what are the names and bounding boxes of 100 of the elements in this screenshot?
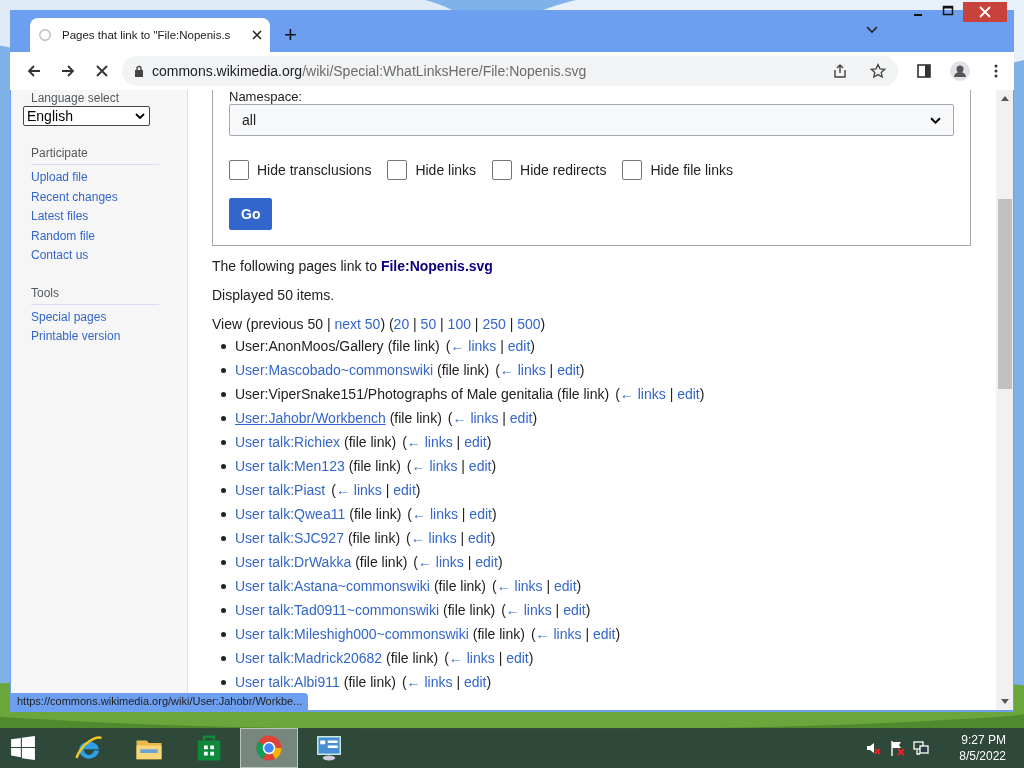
link[interactable]: ← links [412,506,458,522]
sidebar-link[interactable]: Contact us [31,246,187,266]
page-link[interactable]: User talk:Tad0911~commonswiki [235,602,439,618]
link[interactable]: 500 [517,316,541,332]
new-tab-button[interactable]: + [284,24,297,46]
link-tools: (← links | edit) [406,458,497,474]
link[interactable]: ← links [619,386,666,402]
page-link[interactable]: User talk:Albi911 [235,674,340,690]
scroll-down-icon[interactable] [1000,699,1009,704]
back-icon[interactable] [26,63,42,79]
link[interactable]: edit [393,482,416,498]
bullet-icon [221,368,226,373]
link[interactable]: next 50 [334,316,381,332]
page-link[interactable]: User talk:Qwea11 [235,506,346,522]
link[interactable]: ← links [505,602,552,618]
sidebar-heading: Language select [31,90,121,106]
page-link[interactable]: User talk:Men123 [235,458,345,474]
link[interactable]: ← links [406,674,453,690]
intro-text: The following pages link to File:Nopenis.svg [212,258,494,274]
page-link[interactable]: User:ViperSnake151/Photographs of Male genitalia [235,386,554,402]
star-icon[interactable] [870,63,886,79]
share-icon[interactable] [832,63,848,79]
link[interactable]: edit [592,626,616,642]
link[interactable]: edit [557,362,580,378]
link-tools: (← links | edit) [615,386,705,402]
link[interactable]: ← links [448,650,495,666]
scrollbar[interactable] [996,90,1013,710]
page-link[interactable]: User talk:Richiex [235,434,341,450]
namespace-select[interactable]: all [229,104,954,136]
page-link[interactable]: User:Mascobado~commonswiki [235,362,434,378]
sidebar-link[interactable]: Recent changes [31,187,187,207]
profile-icon[interactable] [950,61,970,81]
checkbox[interactable] [492,160,513,180]
link[interactable]: ← links [406,434,453,450]
link[interactable]: ← links [452,410,499,426]
browser-tab[interactable]: Pages that link to "File:Nopenis.s [30,18,270,52]
checkbox-label: Hide file links [650,162,733,178]
clock-time[interactable]: 9:27 PM [961,732,1006,748]
link[interactable]: 250 [482,316,506,332]
link[interactable]: ← links [496,578,543,594]
page-link[interactable]: User talk:Astana~commonswiki [235,578,430,594]
link[interactable]: edit [469,506,492,522]
link[interactable]: ← links [335,482,382,498]
page-link[interactable]: User talk:Piast [235,482,326,498]
page-icon [38,28,52,42]
checkbox-label: Hide links [415,162,477,178]
sidebar-link[interactable]: Printable version [31,327,187,347]
checkbox[interactable] [229,160,249,180]
link[interactable]: edit [468,530,491,546]
bullet-icon [221,680,226,685]
link[interactable]: ← links [417,554,464,570]
stop-icon[interactable] [94,63,110,79]
link[interactable]: ← links [410,530,457,546]
forward-icon[interactable] [60,63,76,79]
link[interactable]: edit [507,338,531,354]
clock-date[interactable]: 8/5/2022 [959,748,1006,764]
side-panel-icon[interactable] [916,63,932,79]
network-icon[interactable] [913,740,930,756]
link[interactable]: ← links [499,362,546,378]
sidebar-link[interactable]: Random file [31,226,187,246]
link[interactable]: 20 [393,316,410,332]
close-icon[interactable] [252,30,262,40]
language-select[interactable]: English [23,106,150,126]
sidebar-link[interactable]: Special pages [31,307,187,327]
go-button[interactable]: Go [229,198,273,230]
link-type: (file link) [386,650,439,666]
flag-icon[interactable] [889,740,906,756]
checkbox[interactable] [622,160,643,180]
link[interactable]: 100 [447,316,471,332]
chevron-down-icon[interactable] [866,26,878,34]
windows-logo-icon[interactable] [10,735,36,761]
link[interactable]: edit [554,578,577,594]
bullet-icon [221,632,226,637]
link[interactable]: edit [509,410,533,426]
page-link[interactable]: User talk:Mileshigh000~commonswiki [235,626,469,642]
link[interactable]: edit [506,650,529,666]
page-link[interactable]: User talk:SJC927 [235,530,344,546]
link[interactable]: ← links [450,338,497,354]
page-link[interactable]: User:Jahobr/Workbench [235,410,386,426]
sidebar-link[interactable]: Latest files [31,207,187,227]
link[interactable]: edit [468,458,492,474]
page-link[interactable]: User:AnonMoos/Gallery [235,338,384,354]
scrollbar-thumb[interactable] [997,199,1012,389]
link[interactable]: edit [677,386,700,402]
link[interactable]: ← links [411,458,458,474]
scroll-up-icon[interactable] [1000,96,1009,101]
sidebar-link[interactable]: Upload file [31,168,187,188]
link[interactable]: edit [475,554,498,570]
muted-speaker-icon[interactable] [865,740,882,756]
link[interactable]: edit [463,674,487,690]
link[interactable]: edit [563,602,586,618]
url-text[interactable]: commons.wikimedia.org/wiki/Special:WhatLinksHere/File:Nopenis.svg [152,63,587,79]
link-type: (file link) [389,410,442,426]
address-bar[interactable]: commons.wikimedia.org/wiki/Special:WhatLinksHere/File:Nopenis.svg [122,56,898,86]
page-link[interactable]: User talk:DrWakka [235,554,352,570]
link[interactable]: 50 [420,316,437,332]
link[interactable]: ← links [535,626,582,642]
link[interactable]: edit [464,434,487,450]
checkbox[interactable] [387,160,408,180]
page-link[interactable]: User talk:Madrick20682 [235,650,383,666]
